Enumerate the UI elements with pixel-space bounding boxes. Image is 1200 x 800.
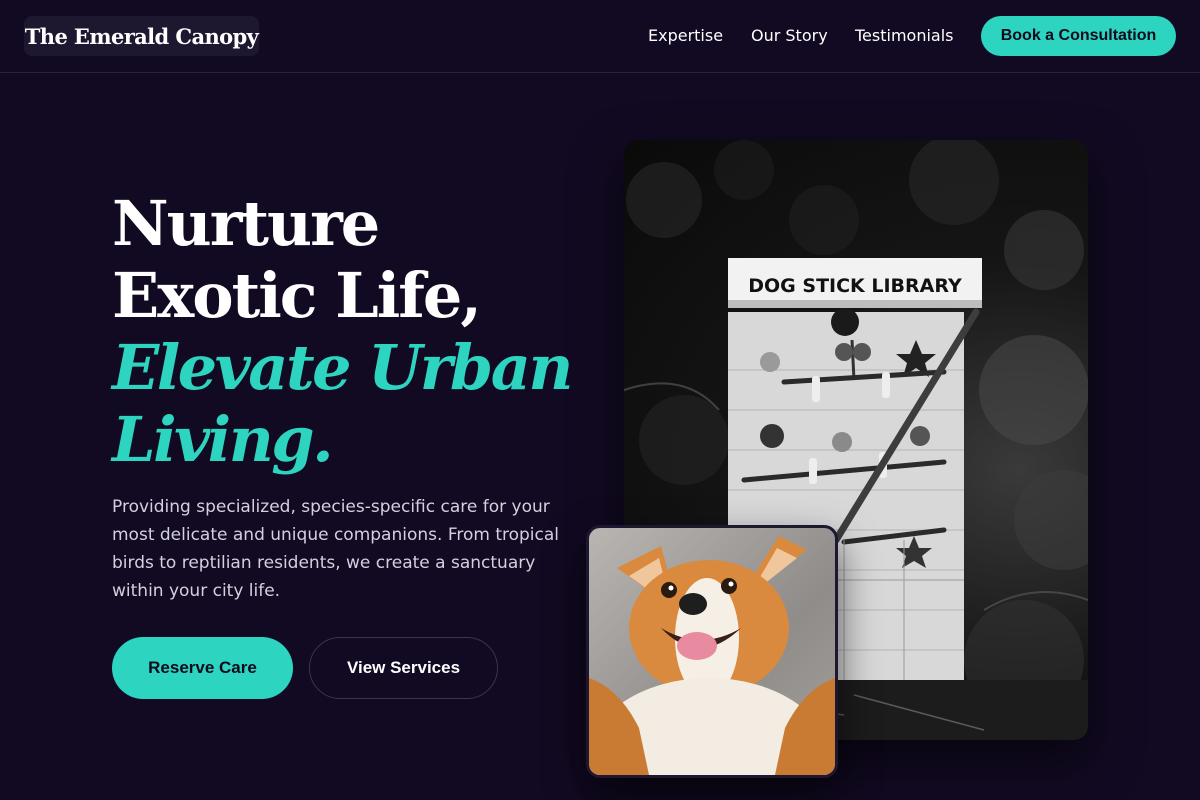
nav-link-expertise[interactable]: Expertise	[648, 25, 723, 47]
hero-accent-line-2: Living.	[112, 403, 334, 476]
hero-description: Providing specialized, species-specific …	[112, 497, 560, 601]
hero-accent-line-1: Elevate Urban	[112, 331, 573, 404]
reserve-care-button[interactable]: Reserve Care	[112, 637, 293, 699]
site-logo[interactable]: The Emerald Canopy	[24, 16, 259, 56]
book-consultation-button[interactable]: Book a Consultation	[981, 16, 1176, 56]
hero-title-line-2: Exotic Life,	[112, 259, 482, 332]
view-services-button[interactable]: View Services	[309, 637, 498, 699]
hero-heading: Nurture Exotic Life, Elevate Urban Livin…	[112, 188, 612, 476]
hero-title-line-1: Nurture	[112, 187, 380, 260]
corgi-photo	[586, 525, 838, 778]
nav-link-testimonials[interactable]: Testimonials	[855, 25, 954, 47]
sign-text: DOG STICK LIBRARY	[748, 275, 962, 297]
nav-link-our-story[interactable]: Our Story	[751, 25, 828, 47]
top-navigation: The Emerald Canopy Expertise Our Story T…	[0, 0, 1200, 73]
